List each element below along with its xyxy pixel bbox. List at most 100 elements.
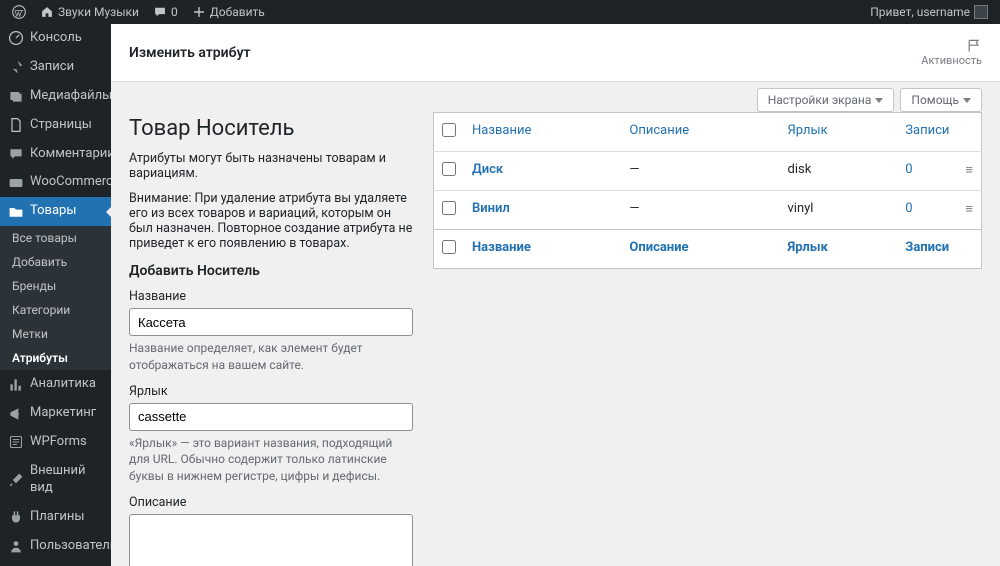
table-row: Диск — disk 0 ≡ — [434, 152, 982, 191]
menu-products[interactable]: Товары — [0, 197, 111, 226]
right-column: Название Описание Ярлык Записи Диск — — [433, 112, 982, 566]
add-new-link[interactable]: Добавить — [186, 0, 271, 24]
site-name-link[interactable]: Звуки Музыки — [34, 0, 145, 24]
row-desc: — — [621, 191, 779, 230]
row-posts[interactable]: 0 — [905, 162, 912, 177]
plus-icon — [192, 5, 206, 19]
user-icon — [8, 538, 24, 554]
row-desc: — — [621, 152, 779, 191]
comments-count: 0 — [171, 5, 178, 19]
site-name: Звуки Музыки — [58, 5, 139, 19]
table-row: Винил — vinyl 0 ≡ — [434, 191, 982, 230]
col-posts[interactable]: Записи — [905, 240, 949, 255]
add-label: Добавить — [210, 5, 265, 19]
col-slug[interactable]: Ярлык — [788, 123, 828, 138]
menu-woocommerce[interactable]: WooCommerce — [0, 168, 111, 197]
name-input[interactable] — [129, 308, 413, 336]
warning-text: Внимание: При удаление атрибута вы удаля… — [129, 191, 413, 251]
comment-icon — [153, 5, 167, 19]
menu-label: WooCommerce — [30, 174, 111, 191]
row-checkbox[interactable] — [442, 201, 456, 215]
sub-add[interactable]: Добавить — [0, 250, 111, 274]
slug-input[interactable] — [129, 403, 413, 431]
flag-icon — [966, 38, 982, 54]
menu-posts[interactable]: Записи — [0, 53, 111, 82]
row-title[interactable]: Винил — [472, 201, 510, 216]
menu-users[interactable]: Пользователи — [0, 532, 111, 561]
col-posts[interactable]: Записи — [905, 123, 949, 138]
home-icon — [40, 5, 54, 19]
dashboard-icon — [8, 30, 24, 46]
menu-label: Записи — [30, 59, 74, 76]
screen-meta-links: Настройки экрана Помощь — [111, 82, 1000, 112]
name-label: Название — [129, 289, 413, 304]
intro-text: Атрибуты могут быть назначены товарам и … — [129, 151, 413, 181]
chevron-down-icon — [963, 98, 971, 103]
greeting-text: Привет, username — [870, 5, 970, 19]
name-hint: Название определяет, как элемент будет о… — [129, 340, 413, 374]
activity-button[interactable]: Активность — [921, 38, 982, 67]
sub-all-products[interactable]: Все товары — [0, 226, 111, 250]
comments-link[interactable]: 0 — [147, 0, 184, 24]
user-greeting[interactable]: Привет, username — [864, 0, 994, 24]
slug-label: Ярлык — [129, 384, 413, 399]
menu-label: Комментарии — [30, 146, 111, 163]
products-submenu: Все товары Добавить Бренды Категории Мет… — [0, 226, 111, 370]
pin-icon — [8, 59, 24, 75]
wp-logo[interactable] — [6, 0, 32, 24]
menu-label: Внешний вид — [30, 463, 103, 497]
menu-appearance[interactable]: Внешний вид — [0, 457, 111, 503]
megaphone-icon — [8, 406, 24, 422]
admin-sidebar: Консоль Записи Медиафайлы Страницы Комме… — [0, 24, 111, 566]
menu-media[interactable]: Медиафайлы — [0, 82, 111, 111]
col-slug[interactable]: Ярлык — [788, 240, 828, 255]
page-icon — [8, 117, 24, 133]
screen-options-label: Настройки экрана — [768, 93, 872, 107]
sub-attributes[interactable]: Атрибуты — [0, 346, 111, 370]
sub-categories[interactable]: Категории — [0, 298, 111, 322]
desc-textarea[interactable] — [129, 514, 413, 566]
comment-icon — [8, 146, 24, 162]
select-all-bottom[interactable] — [442, 240, 456, 254]
menu-tools[interactable]: Инструменты — [0, 560, 111, 566]
col-desc[interactable]: Описание — [629, 123, 689, 138]
sub-tags[interactable]: Метки — [0, 322, 111, 346]
menu-plugins[interactable]: Плагины — [0, 503, 111, 532]
menu-label: Пользователи — [30, 538, 111, 555]
slug-hint: «Ярлык» — это вариант названия, подходящ… — [129, 435, 413, 485]
menu-analytics[interactable]: Аналитика — [0, 370, 111, 399]
col-name[interactable]: Название — [472, 123, 531, 138]
wordpress-icon — [12, 5, 26, 19]
select-all-top[interactable] — [442, 123, 456, 137]
menu-label: Товары — [30, 203, 76, 220]
menu-pages[interactable]: Страницы — [0, 111, 111, 140]
menu-dashboard[interactable]: Консоль — [0, 24, 111, 53]
chevron-down-icon — [875, 98, 883, 103]
menu-label: WPForms — [30, 434, 87, 451]
heading: Товар Носитель — [129, 116, 413, 141]
col-desc[interactable]: Описание — [629, 240, 688, 255]
row-title[interactable]: Диск — [472, 162, 503, 177]
menu-label: Консоль — [30, 30, 82, 47]
drag-handle-icon[interactable]: ≡ — [965, 163, 973, 178]
media-icon — [8, 88, 24, 104]
left-column: Товар Носитель Атрибуты могут быть назна… — [129, 112, 413, 566]
chart-icon — [8, 377, 24, 393]
menu-marketing[interactable]: Маркетинг — [0, 399, 111, 428]
form-heading: Добавить Носитель — [129, 263, 413, 279]
row-checkbox[interactable] — [442, 162, 456, 176]
drag-handle-icon[interactable]: ≡ — [965, 202, 973, 217]
col-name[interactable]: Название — [472, 240, 531, 255]
terms-table: Название Описание Ярлык Записи Диск — — [433, 112, 982, 269]
brush-icon — [8, 472, 24, 488]
menu-wpforms[interactable]: WPForms — [0, 428, 111, 457]
help-tab[interactable]: Помощь — [900, 88, 982, 112]
row-slug: vinyl — [780, 191, 898, 230]
activity-label: Активность — [921, 54, 982, 67]
row-posts[interactable]: 0 — [905, 201, 912, 216]
main-content: Изменить атрибут Активность Настройки эк… — [111, 24, 1000, 566]
sub-brands[interactable]: Бренды — [0, 274, 111, 298]
screen-options-tab[interactable]: Настройки экрана — [757, 88, 895, 112]
folder-icon — [8, 204, 24, 220]
menu-comments[interactable]: Комментарии — [0, 140, 111, 169]
